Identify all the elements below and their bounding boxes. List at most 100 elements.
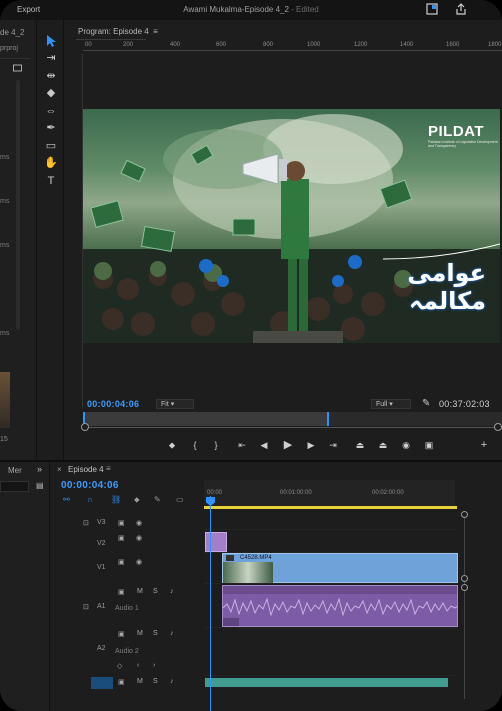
- ruler-tick: 200: [123, 42, 134, 48]
- graphic-clip[interactable]: [205, 532, 227, 552]
- microphone-icon[interactable]: ♪: [170, 678, 174, 685]
- folder-icon[interactable]: [13, 64, 22, 72]
- timeline-settings-icon[interactable]: ✎: [154, 495, 161, 504]
- timeline-vertical-zoom[interactable]: [458, 509, 472, 709]
- linked-selection-icon[interactable]: ⛓: [111, 495, 121, 504]
- step-forward-icon[interactable]: ▶: [304, 438, 318, 452]
- timeline-timecode[interactable]: 00:00:04:06: [61, 480, 119, 491]
- video-clip[interactable]: C4528.MP4: [222, 553, 458, 583]
- track-select-tool-icon[interactable]: ⇥: [44, 51, 58, 65]
- eye-icon[interactable]: ◉: [136, 534, 142, 542]
- tab-underline: [76, 39, 146, 40]
- add-button-icon[interactable]: +: [477, 438, 491, 452]
- close-icon[interactable]: ×: [57, 465, 62, 474]
- sync-lock-icon[interactable]: ▣: [118, 630, 125, 638]
- ripple-edit-tool-icon[interactable]: ⇹: [44, 69, 58, 83]
- pen-tool-icon[interactable]: ✒: [44, 121, 58, 135]
- snap-icon[interactable]: ⚯: [63, 495, 70, 504]
- track-lane-v2[interactable]: [204, 530, 457, 553]
- settings-wrench-icon[interactable]: ✎: [422, 398, 430, 409]
- eye-icon[interactable]: ◉: [136, 558, 142, 566]
- timeline-tab[interactable]: Episode 4: [68, 465, 104, 474]
- mark-in-icon[interactable]: {: [188, 438, 202, 452]
- zoom-handle-mid2[interactable]: [461, 584, 468, 591]
- current-timecode[interactable]: 00:00:04:06: [87, 399, 139, 409]
- slip-tool-icon[interactable]: ⇔: [44, 104, 58, 118]
- comparison-view-icon[interactable]: ▣: [422, 438, 436, 452]
- export-frame-icon[interactable]: ◉: [399, 438, 413, 452]
- share-icon[interactable]: [455, 3, 467, 15]
- sync-lock-icon[interactable]: ▣: [118, 588, 125, 596]
- track-lane-a2[interactable]: [204, 628, 457, 676]
- clip-thumbnail[interactable]: [0, 372, 10, 428]
- go-to-in-icon[interactable]: ⇤: [235, 438, 249, 452]
- prev-keyframe-icon[interactable]: ‹: [137, 662, 139, 669]
- fullscreen-icon[interactable]: [426, 3, 438, 15]
- ruler-tick: 00:02:00:00: [372, 490, 404, 496]
- track-lane-v3[interactable]: [204, 510, 457, 530]
- razor-tool-icon[interactable]: ◆: [44, 86, 58, 100]
- zoom-select[interactable]: Fit ▾: [156, 399, 194, 409]
- next-keyframe-icon[interactable]: ›: [153, 662, 155, 669]
- project-scrollbar[interactable]: [16, 80, 20, 330]
- work-area-bar[interactable]: [204, 506, 457, 509]
- lift-icon[interactable]: ⏏: [353, 438, 367, 452]
- sync-lock-icon[interactable]: ▣: [118, 534, 125, 542]
- sync-lock-icon[interactable]: ▣: [118, 558, 125, 566]
- rectangle-tool-icon[interactable]: ▭: [44, 139, 58, 153]
- track-label: A2: [97, 645, 106, 652]
- program-monitor-tab[interactable]: Program: Episode 4 ≡: [78, 27, 158, 36]
- zoom-handle-mid[interactable]: [461, 575, 468, 582]
- resolution-select[interactable]: Full ▾: [371, 399, 411, 409]
- mute-button[interactable]: M: [137, 678, 143, 685]
- add-marker-icon[interactable]: ⬥: [165, 438, 179, 452]
- video-frame[interactable]: PILDAT Pakistan Institute of Legislative…: [83, 109, 500, 343]
- step-back-icon[interactable]: ◀: [257, 438, 271, 452]
- extract-icon[interactable]: ⏏: [376, 438, 390, 452]
- solo-button[interactable]: S: [153, 588, 158, 595]
- lock-icon[interactable]: ⊡: [83, 603, 89, 611]
- add-marker-icon[interactable]: ⬥: [134, 495, 140, 505]
- sync-lock-icon[interactable]: ▣: [118, 519, 125, 527]
- zoom-handle-top[interactable]: [461, 511, 468, 518]
- monitor-scrubber[interactable]: [83, 412, 502, 426]
- monitor-zoom-bar[interactable]: [84, 427, 500, 428]
- audio-clip[interactable]: [222, 585, 458, 627]
- type-tool-icon[interactable]: T: [44, 174, 58, 188]
- project-tab[interactable]: de 4_2: [0, 28, 24, 37]
- folder-icon[interactable]: ▤: [36, 481, 47, 491]
- sync-lock-icon[interactable]: ▣: [118, 678, 125, 686]
- panel-menu-icon[interactable]: ≡: [106, 464, 111, 473]
- mark-out-icon[interactable]: }: [209, 438, 223, 452]
- captions-icon[interactable]: ▭: [176, 495, 184, 504]
- media-search-input[interactable]: [0, 481, 29, 492]
- media-browser-tab[interactable]: Mer: [8, 466, 22, 475]
- eye-icon[interactable]: ◉: [136, 519, 142, 527]
- hand-tool-icon[interactable]: ✋: [44, 156, 58, 170]
- zoom-handle-left[interactable]: [81, 423, 89, 431]
- mute-button[interactable]: M: [137, 630, 143, 637]
- microphone-icon[interactable]: ♪: [170, 588, 174, 595]
- edited-status: - Edited: [291, 5, 319, 14]
- solo-button[interactable]: S: [153, 630, 158, 637]
- solo-button[interactable]: S: [153, 678, 158, 685]
- lock-icon[interactable]: ⊡: [83, 519, 89, 527]
- project-title: Awami Mukalma-Episode 4_2: [183, 5, 289, 14]
- keyframe-icon[interactable]: ◇: [117, 662, 122, 670]
- magnet-icon[interactable]: ∩: [87, 495, 93, 504]
- selection-tool-icon[interactable]: [44, 34, 58, 48]
- play-icon[interactable]: ▶: [281, 438, 295, 452]
- zoom-handle-right[interactable]: [494, 423, 502, 431]
- go-to-out-icon[interactable]: ⇥: [326, 438, 340, 452]
- ruler-tick: 1800: [488, 42, 502, 48]
- ruler-tick: 00:01:00:00: [280, 490, 312, 496]
- timeline-ruler[interactable]: 00:00 00:01:00:00 00:02:00:00: [204, 480, 455, 508]
- timeline-playhead[interactable]: [210, 496, 211, 711]
- out-point-marker[interactable]: [327, 412, 329, 426]
- more-panels-icon[interactable]: »: [37, 464, 42, 474]
- mute-button[interactable]: M: [137, 588, 143, 595]
- zoom-track: [464, 514, 465, 699]
- audio-clip-a3[interactable]: [205, 678, 448, 687]
- microphone-icon[interactable]: ♪: [170, 630, 174, 637]
- track-label: V2: [97, 540, 106, 547]
